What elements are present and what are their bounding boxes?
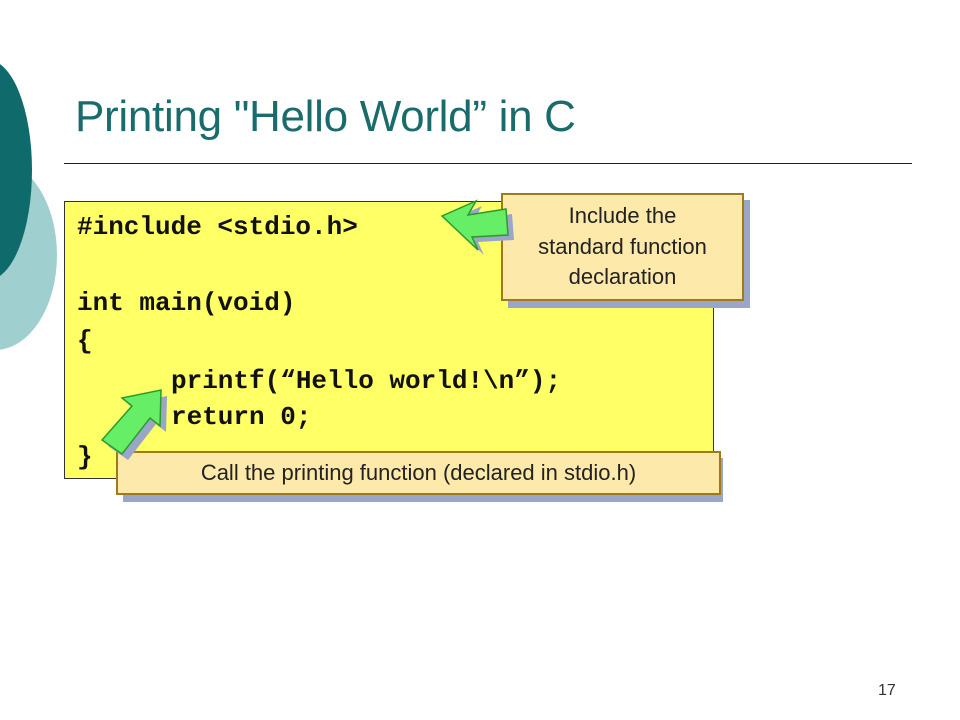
slide-title: Printing "Hello World” in C <box>75 92 576 141</box>
callout-include-line-2: standard function <box>538 233 707 259</box>
code-line-return: return 0; <box>171 402 312 432</box>
code-line-close-brace: } <box>77 442 93 472</box>
code-line-include: #include <stdio.h> <box>77 212 358 242</box>
callout-include-line-1: Include the <box>568 202 677 228</box>
code-line-printf: printf(“Hello world!\n”); <box>171 366 562 396</box>
callout-printf: Call the printing function (declared in … <box>116 451 721 495</box>
code-line-open-brace: { <box>77 326 93 356</box>
callout-printf-text: Call the printing function (declared in … <box>200 459 637 485</box>
title-divider <box>64 163 912 164</box>
code-line-main: int main(void) <box>77 288 296 318</box>
callout-include: Include the standard function declaratio… <box>501 193 744 301</box>
callout-include-line-3: declaration <box>568 264 677 290</box>
page-number: 17 <box>878 682 896 699</box>
